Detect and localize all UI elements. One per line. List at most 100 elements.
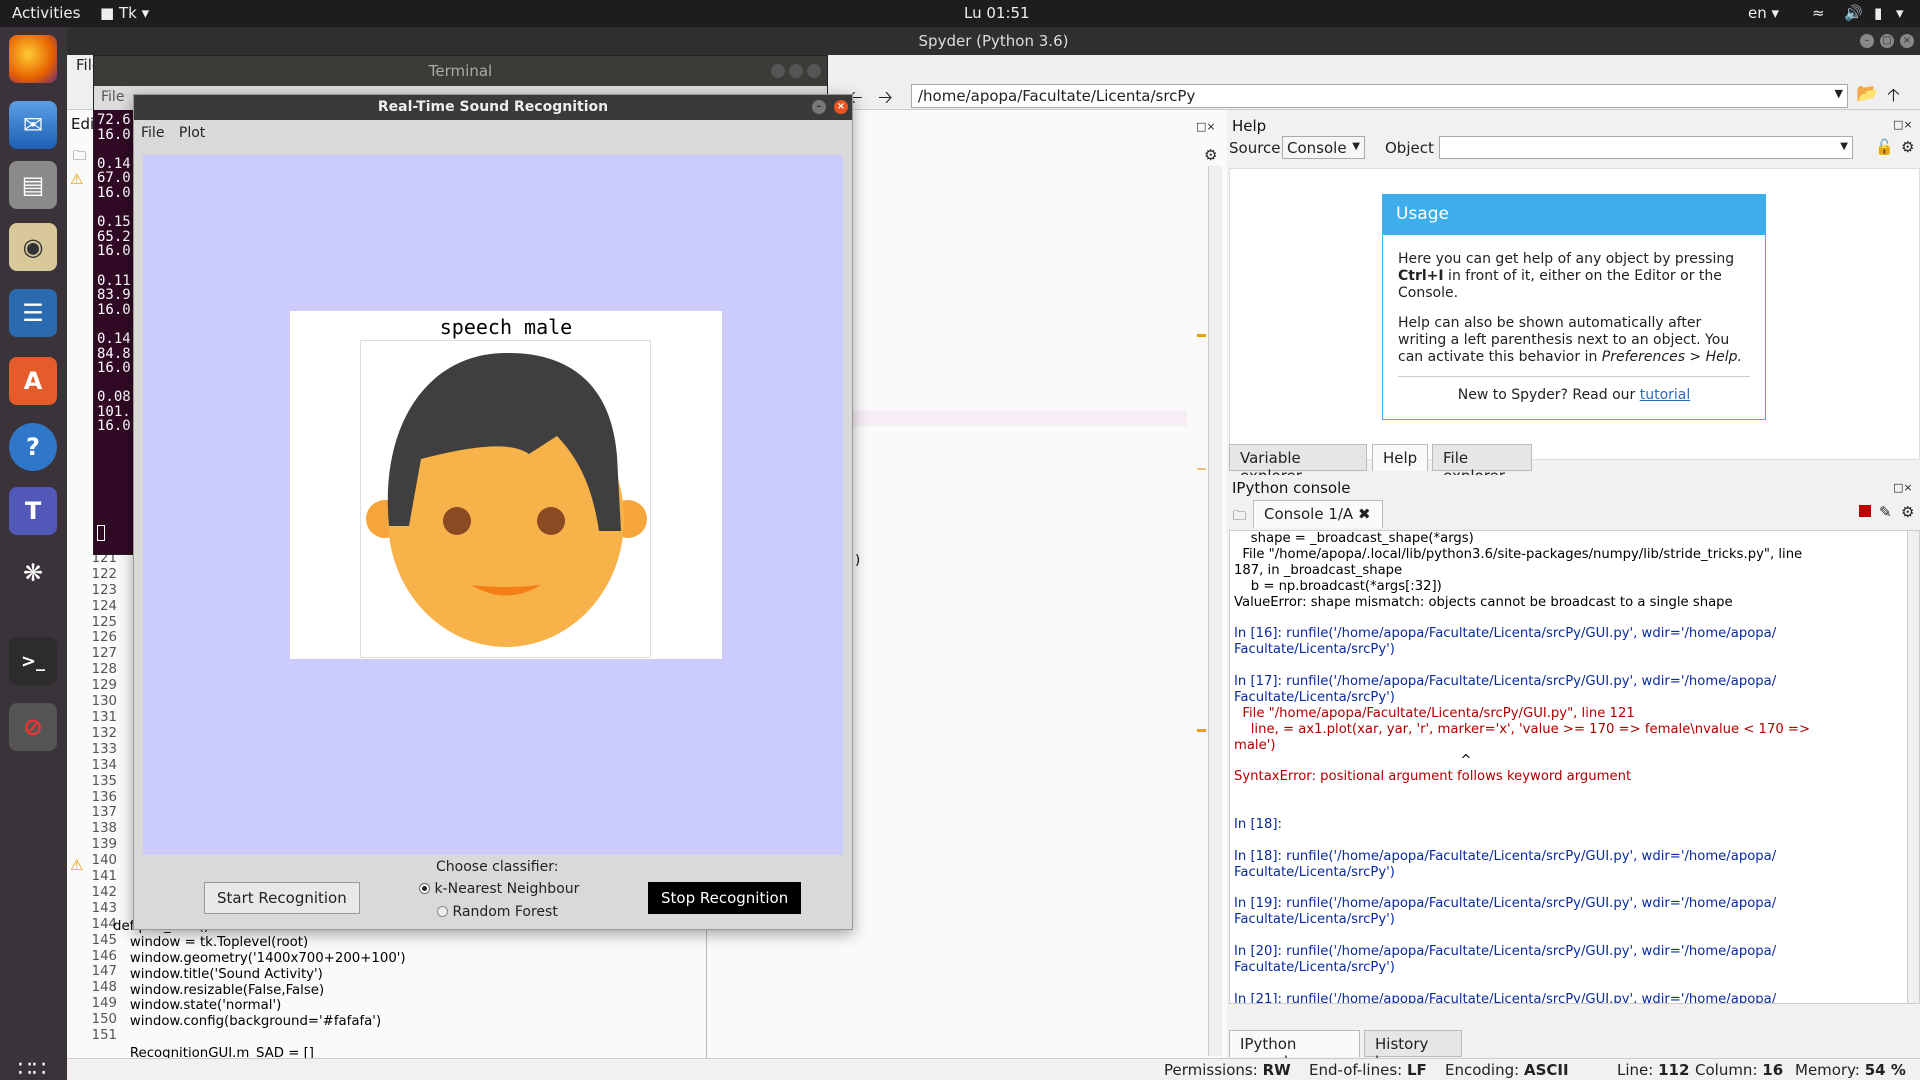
battery-icon[interactable]: ▮ <box>1874 4 1882 22</box>
activities-button[interactable]: Activities <box>12 4 80 22</box>
tab-file-explorer[interactable]: File explorer <box>1432 444 1532 485</box>
help-icon[interactable]: ? <box>9 423 57 471</box>
code-line: window.geometry('1400x700+200+100') <box>113 950 406 966</box>
rhythmbox-icon[interactable]: ◉ <box>9 223 57 271</box>
radio-random-forest[interactable]: Random Forest <box>437 904 558 920</box>
menu-file[interactable]: File <box>141 125 164 141</box>
console-line: Facultate/Licenta/srcPy') <box>1234 912 1395 928</box>
tutorial-link[interactable]: tutorial <box>1640 387 1691 403</box>
maximize-button[interactable] <box>789 64 803 78</box>
undock-icon[interactable]: □× <box>1893 118 1913 131</box>
stop-recognition-button[interactable]: Stop Recognition <box>648 882 802 914</box>
new-to-spyder-text: New to Spyder? Read our <box>1457 387 1640 403</box>
console-line: In [20]: runfile('/home/apopa/Facultate/… <box>1234 944 1777 960</box>
code-line: window.title('Sound Activity') <box>113 966 323 982</box>
browse-tabs-icon[interactable]: 🗀 <box>73 147 86 169</box>
maximize-button[interactable]: □ <box>1880 34 1894 48</box>
folder-open-icon[interactable]: 📂 <box>1856 83 1878 104</box>
language-indicator[interactable]: en ▾ <box>1748 4 1779 22</box>
teams-icon[interactable]: T <box>9 487 57 535</box>
writer-icon[interactable]: ☰ <box>9 289 57 337</box>
console-line: In [19]: runfile('/home/apopa/Facultate/… <box>1234 896 1777 912</box>
minimize-button[interactable]: – <box>812 100 826 114</box>
console-scrollbar[interactable] <box>1907 531 1919 1003</box>
lock-icon[interactable]: 🔓 <box>1875 138 1894 156</box>
minimize-button[interactable]: – <box>1860 34 1874 48</box>
radio-knn[interactable]: k-Nearest Neighbour <box>419 881 579 897</box>
line-number: 131 <box>91 709 117 725</box>
radio-knn-dot <box>422 886 427 891</box>
undock-icon[interactable]: □× <box>1893 481 1913 494</box>
parent-directory-icon[interactable]: 🡡 <box>1887 83 1900 113</box>
editor-scrollbar[interactable] <box>1208 166 1222 1056</box>
status-memory-label: Memory: <box>1795 1061 1860 1079</box>
stop-icon[interactable] <box>1859 505 1871 517</box>
wifi-icon[interactable]: ≈ <box>1812 4 1825 22</box>
terminal-line: 0.14 <box>97 155 131 172</box>
terminal-output[interactable]: 72.6 16.0 0.14 67.0 16.0 0.15 65.2 16.0 0.11 83.9… <box>97 113 131 434</box>
app-menu[interactable]: ■ Tk ▾ <box>100 4 149 22</box>
thunderbird-icon[interactable]: ✉ <box>9 101 57 149</box>
spyder-icon[interactable]: ❋ <box>9 549 57 597</box>
show-applications-icon[interactable]: ∷∷ <box>18 1057 46 1080</box>
spyder-title-bar: Spyder (Python 3.6) – □ × <box>67 27 1920 55</box>
start-recognition-button[interactable]: Start Recognition <box>204 882 360 914</box>
console-line: male') <box>1234 737 1276 753</box>
status-eol-label: End-of-lines: <box>1309 1061 1403 1079</box>
console-line: Facultate/Licenta/srcPy') <box>1234 960 1395 976</box>
tk-app-icon[interactable]: ⊘ <box>9 703 57 751</box>
system-menu-icon[interactable]: ▾ <box>1896 4 1904 22</box>
editor-tab[interactable]: Edi <box>71 115 94 133</box>
gear-icon[interactable]: ⚙ <box>1901 503 1914 521</box>
close-tab-icon[interactable]: ✖ <box>1358 505 1371 523</box>
code-area[interactable]: def plot_SAD(): window = tk.Toplevel(roo… <box>113 919 406 1062</box>
close-button[interactable]: × <box>834 100 848 114</box>
object-input[interactable]: ▼ <box>1439 136 1853 159</box>
radio-random-forest-label: Random Forest <box>452 904 558 920</box>
top-bar: Activities ■ Tk ▾ Lu 01:51 en ▾ ≈ 🔊 ▮ ▾ <box>0 0 1920 27</box>
tab-help[interactable]: Help <box>1372 444 1428 471</box>
browse-tabs-icon[interactable]: 🗀 <box>1233 507 1246 529</box>
gear-icon[interactable]: ⚙ <box>1204 146 1217 164</box>
terminal-line: 16.0 <box>97 243 131 260</box>
close-button[interactable] <box>807 64 821 78</box>
close-button[interactable]: × <box>1900 34 1914 48</box>
files-icon[interactable]: ▤ <box>9 161 57 209</box>
console-line: ^ <box>1234 753 1472 769</box>
clock[interactable]: Lu 01:51 <box>964 4 1030 22</box>
radio-knn-indicator[interactable] <box>419 883 430 894</box>
gear-icon[interactable]: ⚙ <box>1901 138 1914 156</box>
line-number: 124 <box>91 598 117 614</box>
software-center-icon[interactable]: A <box>9 357 57 405</box>
line-number: 137 <box>91 805 117 821</box>
terminal-icon[interactable]: >_ <box>9 637 57 685</box>
chevron-down-icon[interactable]: ▼ <box>1840 141 1848 152</box>
console-line: 187, in _broadcast_shape <box>1234 562 1403 578</box>
tab-ipython-console[interactable]: IPython console <box>1229 1030 1360 1071</box>
volume-icon[interactable]: 🔊 <box>1844 4 1863 22</box>
console-tab-label: Console 1/A <box>1264 505 1354 523</box>
undock-icon[interactable]: □× <box>1196 120 1216 133</box>
status-encoding: ASCII <box>1523 1061 1569 1079</box>
chevron-down-icon[interactable]: ▼ <box>1835 87 1843 100</box>
clear-console-icon[interactable]: ✎ <box>1879 503 1892 521</box>
line-number: 138 <box>91 821 117 837</box>
terminal-line: 16.0 <box>97 184 131 201</box>
object-label: Object <box>1385 139 1434 157</box>
console-output[interactable]: shape = _broadcast_shape(*args) File "/h… <box>1229 530 1920 1004</box>
ipython-pane: IPython console □× 🗀 Console 1/A ✖ ✎ ⚙ s… <box>1229 475 1920 1071</box>
status-line-label: Line: <box>1617 1061 1654 1079</box>
menu-plot[interactable]: Plot <box>179 125 205 141</box>
line-number: 135 <box>91 773 117 789</box>
firefox-icon[interactable] <box>9 35 57 83</box>
tab-history-log[interactable]: History log <box>1364 1030 1462 1071</box>
tab-variable-explorer[interactable]: Variable explorer <box>1229 444 1367 485</box>
radio-random-forest-indicator[interactable] <box>437 906 448 917</box>
console-tab[interactable]: Console 1/A ✖ <box>1253 500 1383 528</box>
minimize-button[interactable] <box>771 64 785 78</box>
working-directory-input[interactable]: /home/apopa/Facultate/Licenta/srcPy ▼ <box>911 84 1848 108</box>
source-select[interactable]: Console ▼ <box>1282 136 1365 159</box>
